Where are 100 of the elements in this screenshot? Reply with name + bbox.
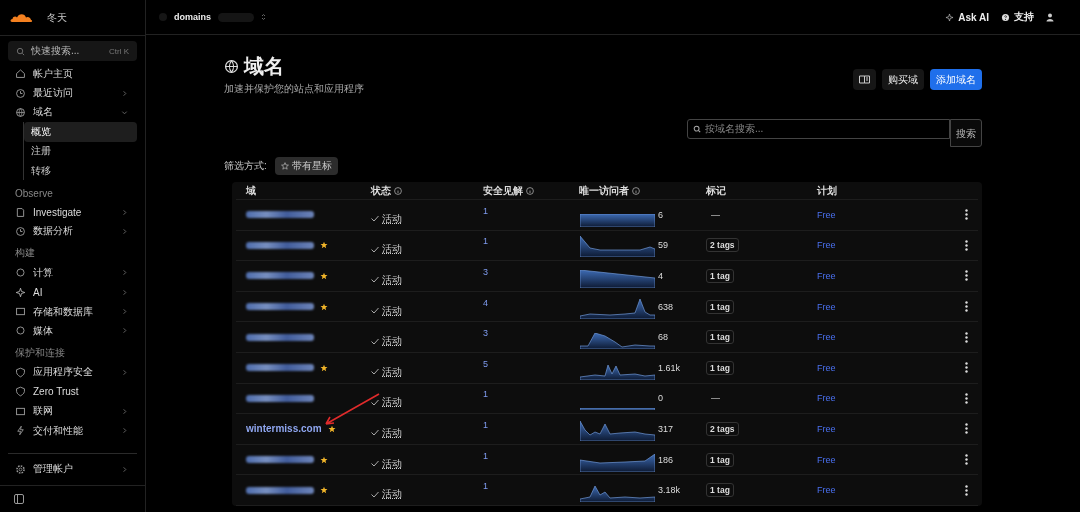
plan-link[interactable]: Free — [817, 423, 947, 434]
tags-label[interactable]: 2 tags — [706, 421, 739, 436]
sidebar-item[interactable]: 联网 — [0, 401, 145, 421]
status-link[interactable]: 活动 — [382, 303, 402, 318]
tags-label[interactable]: — — [706, 393, 720, 404]
insights-count[interactable]: 3 — [483, 328, 579, 347]
quick-search-field[interactable]: 快速搜索... Ctrl K — [8, 41, 137, 61]
insights-count[interactable]: 5 — [483, 358, 579, 377]
sidebar-item[interactable]: Investigate — [0, 202, 145, 222]
sidebar-item[interactable]: 交付和性能 — [0, 420, 145, 441]
more-options-icon[interactable] — [965, 270, 968, 282]
more-options-icon[interactable] — [965, 423, 968, 435]
sidebar-subitem[interactable]: 概览 — [24, 122, 137, 142]
sidebar-item[interactable]: 媒体 — [0, 321, 145, 341]
insights-count[interactable]: 1 — [483, 389, 579, 408]
plan-link[interactable]: Free — [817, 301, 947, 312]
status-link[interactable]: 活动 — [382, 211, 402, 226]
sidebar-toggle-icon[interactable] — [14, 494, 24, 504]
domain-link[interactable]: wintermiss.com — [246, 423, 322, 435]
more-options-icon[interactable] — [965, 239, 968, 251]
more-options-icon[interactable] — [965, 392, 968, 404]
tags-label[interactable]: 2 tags — [706, 238, 739, 253]
account-name[interactable]: 冬天 — [47, 10, 67, 25]
sidebar-item[interactable]: AI — [0, 282, 145, 302]
insights-count[interactable]: 3 — [483, 267, 579, 285]
more-options-icon[interactable] — [965, 454, 968, 466]
star-icon[interactable] — [320, 455, 328, 464]
column-header: 安全见解 — [483, 183, 579, 198]
plan-link[interactable]: Free — [817, 393, 947, 404]
tags-label[interactable]: 1 tag — [706, 360, 734, 375]
user-icon[interactable] — [1046, 12, 1054, 22]
cloud-logo[interactable] — [9, 12, 33, 23]
more-options-icon[interactable] — [965, 362, 968, 374]
tags-label[interactable]: 1 tag — [706, 452, 734, 467]
circle-icon — [15, 325, 26, 337]
star-icon[interactable] — [327, 424, 336, 433]
search-placeholder: 快速搜索... — [31, 44, 80, 58]
domain-search-field[interactable]: 按域名搜索... — [687, 119, 950, 139]
tags-label[interactable]: — — [706, 209, 720, 220]
add-domain-button[interactable]: 添加域名 — [930, 69, 982, 90]
status-link[interactable]: 活动 — [382, 395, 402, 410]
star-icon[interactable] — [320, 302, 328, 311]
check-icon — [371, 245, 379, 253]
insights-count[interactable]: 1 — [483, 481, 579, 500]
insights-count[interactable]: 1 — [483, 450, 579, 469]
status-link[interactable]: 活动 — [382, 456, 402, 471]
more-options-icon[interactable] — [965, 209, 968, 221]
visitors-count: 186 — [658, 454, 674, 465]
plan-link[interactable]: Free — [817, 209, 947, 220]
column-header: 标记 — [706, 183, 727, 198]
sidebar-item[interactable]: 存储和数据库 — [0, 301, 145, 322]
docs-button[interactable] — [853, 69, 876, 90]
sidebar-item[interactable]: 最近访问 — [0, 83, 145, 103]
star-icon[interactable] — [320, 272, 328, 280]
status-link[interactable]: 活动 — [382, 273, 402, 287]
plan-link[interactable]: Free — [817, 362, 947, 373]
sidebar-item[interactable]: 计算 — [0, 263, 145, 283]
search-button[interactable]: 搜索 — [950, 119, 982, 147]
status-link[interactable]: 活动 — [382, 425, 402, 440]
search-placeholder: 按域名搜索... — [705, 122, 764, 136]
starred-filter-chip[interactable]: 带有星标 — [274, 157, 338, 175]
insights-count[interactable]: 4 — [483, 297, 579, 316]
buy-domain-button[interactable]: 购买域 — [882, 69, 924, 90]
insights-count[interactable]: 1 — [483, 236, 579, 255]
star-icon[interactable] — [320, 363, 328, 372]
more-options-icon[interactable] — [965, 331, 968, 343]
insights-count[interactable]: 1 — [483, 205, 579, 224]
tags-label[interactable]: 1 tag — [706, 483, 734, 498]
plan-link[interactable]: Free — [817, 332, 947, 343]
status-link[interactable]: 活动 — [382, 364, 402, 379]
insights-count[interactable]: 1 — [483, 419, 579, 438]
tags-label[interactable]: 1 tag — [706, 330, 734, 345]
more-options-icon[interactable] — [965, 484, 968, 496]
blurred-domain — [246, 456, 314, 464]
status-link[interactable]: 活动 — [382, 334, 402, 349]
visitors-count: 6 — [658, 209, 663, 220]
plan-link[interactable]: Free — [817, 271, 947, 281]
sidebar-subitem[interactable]: 注册 — [24, 141, 137, 161]
plan-link[interactable]: Free — [817, 240, 947, 251]
star-icon[interactable] — [320, 241, 328, 250]
tags-label[interactable]: 1 tag — [706, 269, 734, 283]
star-icon[interactable] — [320, 486, 328, 495]
sidebar-item[interactable]: 域名 — [0, 102, 145, 123]
plan-link[interactable]: Free — [817, 485, 947, 496]
breadcrumb[interactable]: domains — [174, 12, 211, 22]
sidebar-item[interactable]: 数据分析 — [0, 221, 145, 242]
chevron-right-icon — [121, 327, 128, 335]
sidebar-subitem[interactable]: 转移 — [24, 160, 137, 181]
topbar-link[interactable]: 支持 — [1001, 10, 1034, 24]
topbar-link[interactable]: Ask AI — [945, 11, 989, 23]
sidebar-item[interactable]: 管理帐户 — [8, 459, 137, 479]
sort-icon[interactable] — [261, 13, 266, 21]
sidebar-item[interactable]: 应用程序安全 — [0, 362, 145, 383]
tags-label[interactable]: 1 tag — [706, 299, 734, 314]
more-options-icon[interactable] — [965, 301, 968, 313]
sidebar-item[interactable]: 帐户主页 — [0, 64, 145, 84]
status-link[interactable]: 活动 — [382, 242, 402, 257]
status-link[interactable]: 活动 — [382, 487, 402, 502]
sidebar-item[interactable]: Zero Trust — [0, 382, 145, 402]
plan-link[interactable]: Free — [817, 454, 947, 465]
